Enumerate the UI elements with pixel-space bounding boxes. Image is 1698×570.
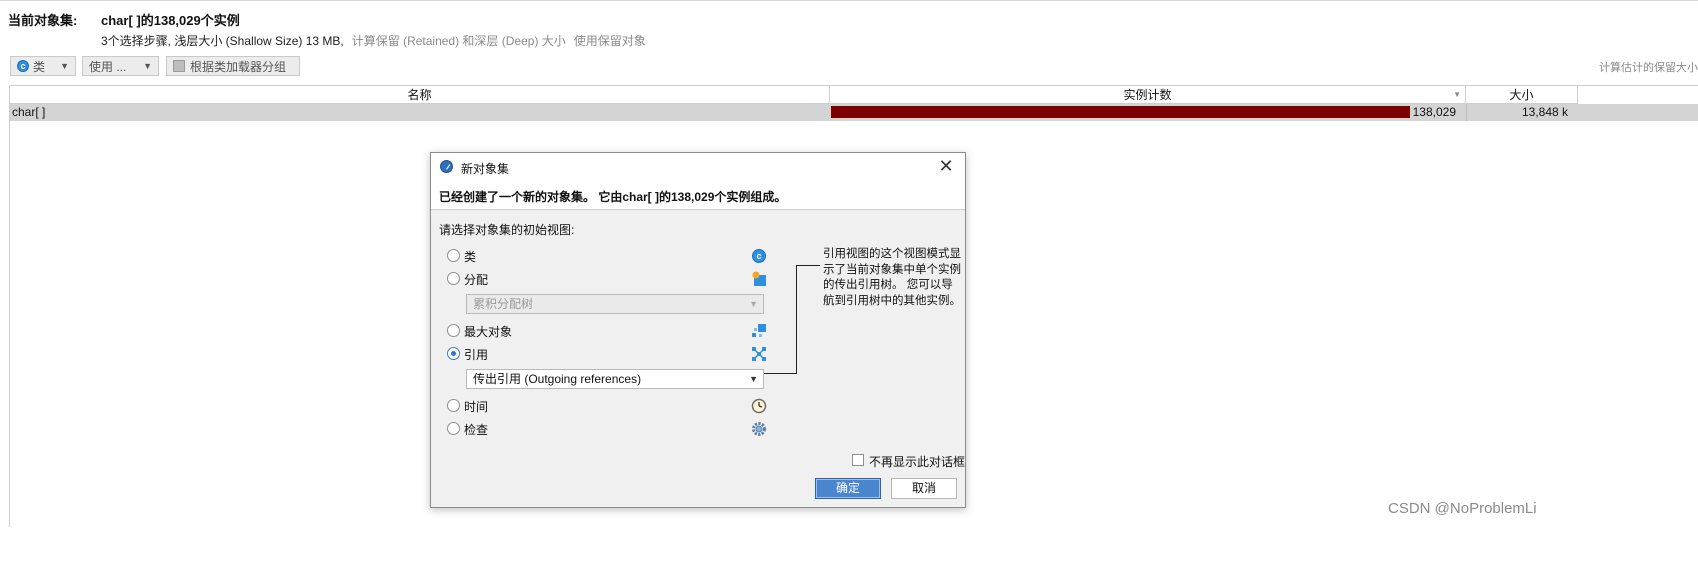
column-divider xyxy=(1466,104,1467,121)
references-mode-select[interactable]: 传出引用 (Outgoing references) ▼ xyxy=(466,369,764,389)
close-icon[interactable]: ✕ xyxy=(936,156,956,176)
radio-time[interactable] xyxy=(447,399,460,412)
references-select-value: 传出引用 (Outgoing references) xyxy=(473,372,642,386)
dialog-message: 已经创建了一个新的对象集。 它由char[ ]的138,029个实例组成。 xyxy=(439,190,787,204)
class-icon: c xyxy=(752,249,766,263)
dont-show-again-checkbox[interactable] xyxy=(852,454,864,466)
option-inspections-label[interactable]: 检查 xyxy=(464,421,488,438)
column-header-size[interactable]: 大小 xyxy=(1466,86,1578,104)
chevron-down-icon: ▼ xyxy=(749,374,758,384)
view-mode-description: 引用视图的这个视图模式显示了当前对象集中单个实例的传出引用树。 您可以导航到引用… xyxy=(823,248,961,307)
row-size: 13,848 k xyxy=(1522,105,1569,119)
biggest-objects-icon xyxy=(752,324,766,337)
group-by-classloader-button[interactable]: 根据类加载器分组 xyxy=(166,56,300,76)
ok-button[interactable]: 确定 xyxy=(815,478,881,499)
row-name: char[ ] xyxy=(12,105,46,119)
connector-line xyxy=(796,265,820,266)
dialog-separator xyxy=(431,209,965,210)
radio-allocation[interactable] xyxy=(447,272,460,285)
chevron-down-icon: ▼ xyxy=(143,61,152,71)
radio-inspections[interactable] xyxy=(447,422,460,435)
radio-references[interactable] xyxy=(447,347,460,360)
class-view-dropdown[interactable]: c 类 ▼ xyxy=(10,56,76,76)
current-set-label: 当前对象集: xyxy=(8,13,78,28)
group-button-label: 根据类加载器分组 xyxy=(190,59,287,74)
dialog-title: 新对象集 xyxy=(461,162,510,176)
classloader-icon xyxy=(173,60,185,72)
option-biggest-objects-label[interactable]: 最大对象 xyxy=(464,323,512,340)
top-border xyxy=(0,0,1698,1)
use-button-label: 使用 ... xyxy=(89,59,127,74)
class-button-label: 类 xyxy=(33,59,46,74)
references-icon xyxy=(752,347,766,361)
cancel-button[interactable]: 取消 xyxy=(891,478,957,499)
column-header-instance-count[interactable]: 实例计数 ▼ xyxy=(830,86,1466,104)
dialog-app-icon xyxy=(440,160,453,173)
new-object-set-dialog: 新对象集 ✕ 已经创建了一个新的对象集。 它由char[ ]的138,029个实… xyxy=(430,152,966,508)
allocation-select-value: 累积分配树 xyxy=(473,297,534,311)
dont-show-again-label[interactable]: 不再显示此对话框 xyxy=(869,453,965,470)
use-retained-objects-link[interactable]: 使用保留对象 xyxy=(574,34,646,48)
option-allocation-label[interactable]: 分配 xyxy=(464,271,488,288)
connector-line xyxy=(764,373,796,374)
column-header-name[interactable]: 名称 xyxy=(10,86,830,104)
instance-count-header-label: 实例计数 xyxy=(1123,88,1172,102)
set-summary: 3个选择步骤, 浅层大小 (Shallow Size) 13 MB, 计算保留 (… xyxy=(101,32,646,49)
inspection-gear-icon xyxy=(752,422,766,436)
summary-text: 3个选择步骤, 浅层大小 (Shallow Size) 13 MB, xyxy=(101,34,344,48)
option-references-label[interactable]: 引用 xyxy=(464,346,488,363)
current-set-title: char[ ]的138,029个实例 xyxy=(101,13,240,28)
radio-class[interactable] xyxy=(447,249,460,262)
initial-view-prompt: 请选择对象集的初始视图: xyxy=(439,223,575,237)
allocation-tree-select: 累积分配树 ▼ xyxy=(466,294,764,314)
time-icon xyxy=(751,398,767,414)
row-count: 138,029 xyxy=(1412,105,1456,119)
compute-retained-deep-link[interactable]: 计算保留 (Retained) 和深层 (Deep) 大小 xyxy=(352,34,566,48)
class-icon: c xyxy=(17,60,29,72)
option-class-label[interactable]: 类 xyxy=(464,248,476,265)
use-dropdown[interactable]: 使用 ... ▼ xyxy=(82,56,159,76)
option-time-label[interactable]: 时间 xyxy=(464,398,488,415)
allocation-icon xyxy=(752,271,766,286)
chevron-down-icon: ▼ xyxy=(749,299,758,309)
connector-line xyxy=(796,265,797,374)
radio-biggest-objects[interactable] xyxy=(447,324,460,337)
compute-estimated-retained-link[interactable]: 计算估计的保留大小 xyxy=(1599,59,1698,75)
chevron-down-icon: ▼ xyxy=(60,61,69,71)
watermark: CSDN @NoProblemLi xyxy=(1388,500,1537,517)
instance-count-bar xyxy=(831,106,1410,118)
sort-descending-icon: ▼ xyxy=(1453,90,1461,99)
